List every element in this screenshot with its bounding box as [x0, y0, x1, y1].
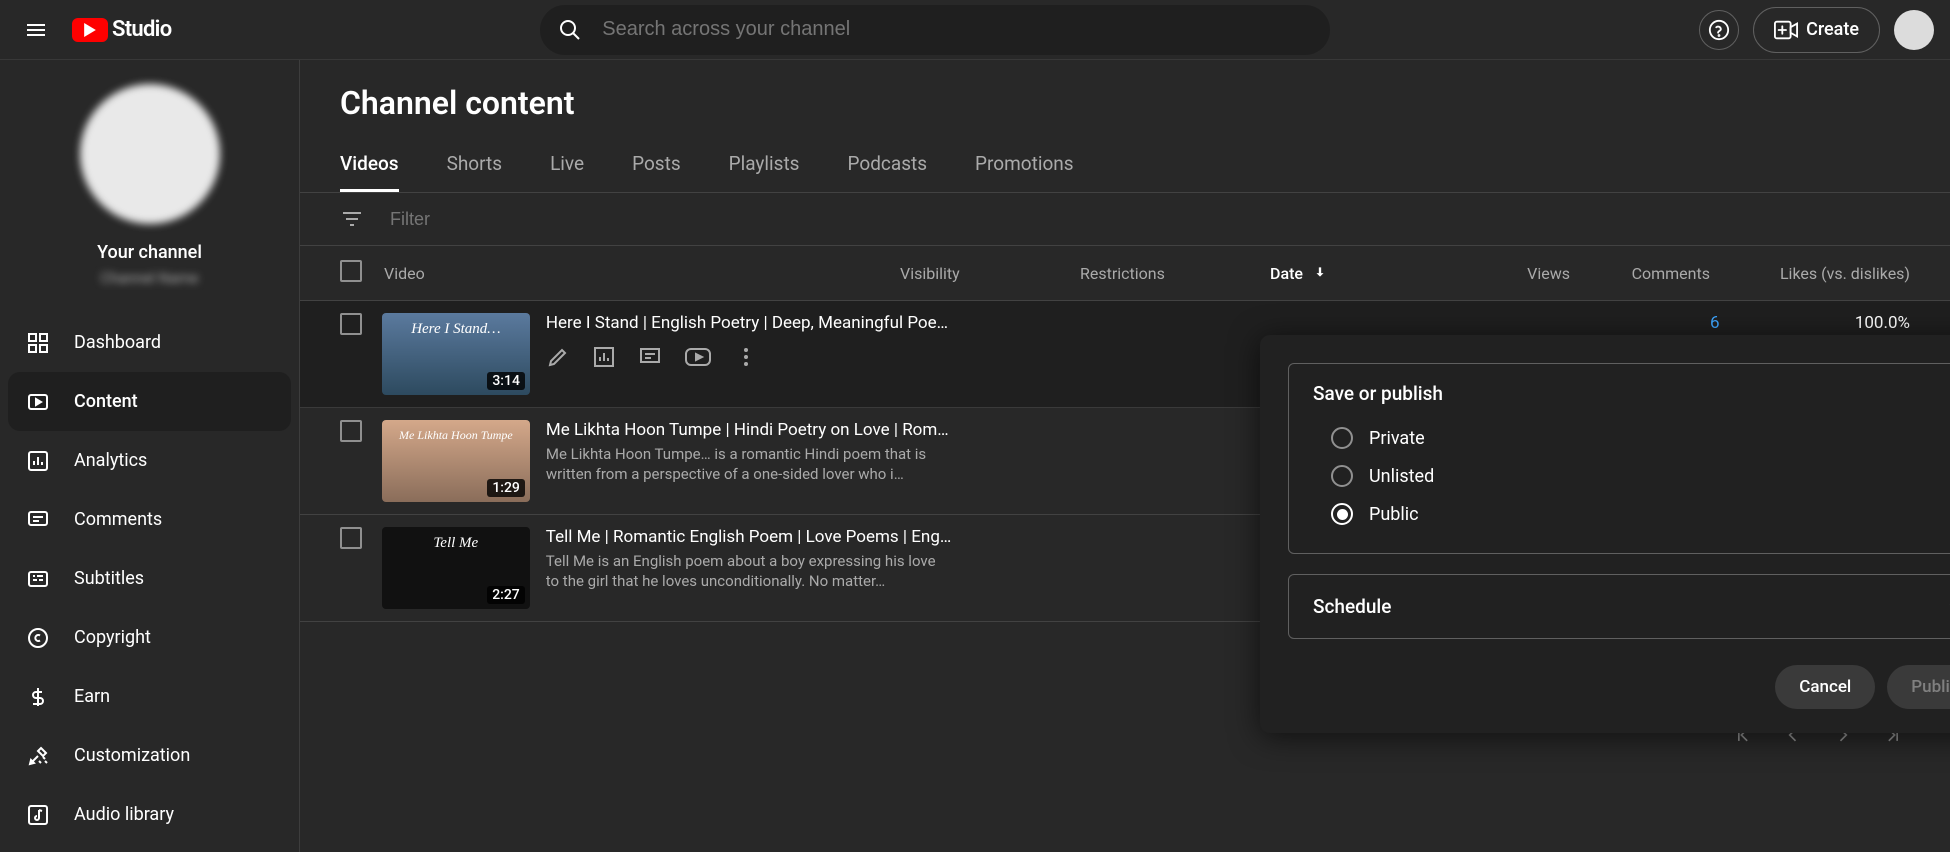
column-comments: Comments — [1570, 264, 1710, 283]
youtube-icon — [72, 18, 108, 42]
video-thumbnail[interactable]: Me Likhta Hoon Tumpe 1:29 — [382, 420, 530, 502]
create-label: Create — [1806, 19, 1859, 40]
visibility-popover: Save or publish Private Unlisted Public … — [1260, 335, 1950, 733]
visibility-option-unlisted[interactable]: Unlisted — [1313, 457, 1950, 495]
nav-label: Analytics — [74, 450, 147, 471]
row-checkbox[interactable] — [340, 527, 362, 549]
more-options-icon[interactable] — [734, 345, 758, 369]
dashboard-icon — [26, 331, 50, 355]
filter-input[interactable] — [390, 209, 622, 230]
audio-library-icon — [26, 803, 50, 827]
channel-avatar[interactable] — [80, 84, 220, 224]
tab-live[interactable]: Live — [550, 142, 584, 192]
copyright-icon — [26, 626, 50, 650]
create-button[interactable]: Create — [1753, 7, 1880, 53]
hamburger-menu-button[interactable] — [16, 10, 56, 50]
video-title[interactable]: Tell Me | Romantic English Poem | Love P… — [546, 527, 951, 547]
popover-title: Save or publish — [1313, 382, 1950, 405]
column-restrictions: Restrictions — [1080, 264, 1270, 283]
search-box[interactable] — [540, 5, 1330, 55]
user-avatar[interactable] — [1894, 10, 1934, 50]
nav-comments[interactable]: Comments — [0, 490, 299, 549]
help-button[interactable] — [1699, 10, 1739, 50]
nav-customization[interactable]: Customization — [0, 726, 299, 785]
nav-content[interactable]: Content — [8, 372, 291, 431]
nav-audio-library[interactable]: Audio library — [0, 785, 299, 844]
sort-arrow-down-icon — [1313, 265, 1327, 279]
channel-name: Channel Name — [100, 269, 198, 287]
content-icon — [26, 390, 50, 414]
analytics-icon[interactable] — [592, 345, 616, 369]
nav-label: Content — [74, 391, 138, 412]
nav-analytics[interactable]: Analytics — [0, 431, 299, 490]
visibility-option-public[interactable]: Public — [1313, 495, 1950, 533]
video-title[interactable]: Here I Stand | English Poetry | Deep, Me… — [546, 313, 948, 333]
nav-label: Earn — [74, 686, 110, 707]
video-duration: 1:29 — [487, 479, 525, 497]
edit-icon[interactable] — [546, 345, 570, 369]
nav-dashboard[interactable]: Dashboard — [0, 313, 299, 372]
nav-label: Copyright — [74, 627, 151, 648]
play-on-youtube-icon[interactable] — [684, 345, 712, 369]
publish-button[interactable]: Publish — [1887, 665, 1950, 709]
nav-copyright[interactable]: Copyright — [0, 608, 299, 667]
tab-promotions[interactable]: Promotions — [975, 142, 1074, 192]
tab-playlists[interactable]: Playlists — [729, 142, 800, 192]
nav-label: Customization — [74, 745, 190, 766]
your-channel-label: Your channel — [97, 242, 202, 263]
radio-icon — [1331, 465, 1353, 487]
visibility-option-private[interactable]: Private — [1313, 419, 1950, 457]
analytics-icon — [26, 449, 50, 473]
column-likes: Likes (vs. dislikes) — [1710, 264, 1910, 283]
likes-percent: 100.0% — [1720, 313, 1910, 333]
radio-icon — [1331, 427, 1353, 449]
video-description: Tell Me is an English poem about a boy e… — [546, 551, 951, 592]
chevron-down-icon — [1945, 596, 1950, 618]
nav-label: Audio library — [74, 804, 174, 825]
comments-icon — [26, 508, 50, 532]
tab-podcasts[interactable]: Podcasts — [848, 142, 928, 192]
video-thumbnail[interactable]: Tell Me 2:27 — [382, 527, 530, 609]
customization-icon — [26, 744, 50, 768]
row-checkbox[interactable] — [340, 313, 362, 335]
schedule-expander[interactable]: Schedule — [1288, 574, 1950, 639]
video-title[interactable]: Me Likhta Hoon Tumpe | Hindi Poetry on L… — [546, 420, 949, 440]
radio-icon — [1331, 503, 1353, 525]
column-video: Video — [384, 264, 900, 283]
comments-icon[interactable] — [638, 345, 662, 369]
video-description: Me Likhta Hoon Tumpe… is a romantic Hind… — [546, 444, 949, 485]
earn-icon — [26, 685, 50, 709]
search-input[interactable] — [602, 18, 1312, 41]
nav-subtitles[interactable]: Subtitles — [0, 549, 299, 608]
tab-shorts[interactable]: Shorts — [447, 142, 503, 192]
video-duration: 3:14 — [487, 372, 525, 390]
nav-label: Comments — [74, 509, 162, 530]
column-visibility: Visibility — [900, 264, 1080, 283]
nav-earn[interactable]: Earn — [0, 667, 299, 726]
video-thumbnail[interactable]: Here I Stand… 3:14 — [382, 313, 530, 395]
nav-label: Subtitles — [74, 568, 144, 589]
column-views: Views — [1450, 264, 1570, 283]
create-icon — [1774, 20, 1798, 40]
select-all-checkbox[interactable] — [340, 260, 362, 282]
row-checkbox[interactable] — [340, 420, 362, 442]
youtube-studio-logo[interactable]: Studio — [72, 17, 171, 42]
nav-label: Dashboard — [74, 332, 161, 353]
search-icon — [558, 18, 582, 42]
page-title: Channel content — [300, 60, 1950, 132]
tab-videos[interactable]: Videos — [340, 142, 399, 192]
video-duration: 2:27 — [487, 586, 525, 604]
filter-icon[interactable] — [340, 207, 364, 231]
logo-text: Studio — [112, 17, 171, 42]
column-date[interactable]: Date — [1270, 264, 1450, 283]
subtitles-icon — [26, 567, 50, 591]
cancel-button[interactable]: Cancel — [1775, 665, 1875, 709]
tab-posts[interactable]: Posts — [632, 142, 681, 192]
comment-count[interactable]: 6 — [1710, 313, 1720, 333]
